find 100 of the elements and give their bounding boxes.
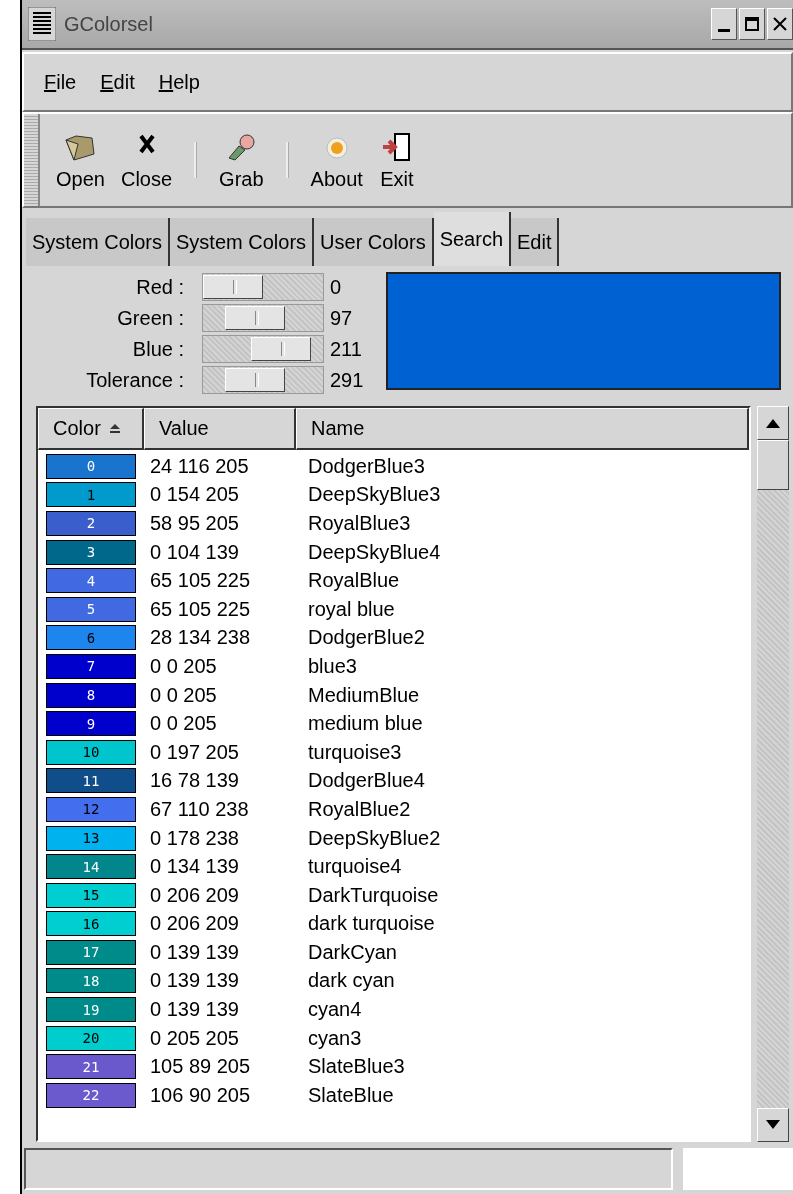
- table-cell-text: 0 139 139: [149, 969, 240, 993]
- table-cell-text: DeepSkyBlue2: [307, 826, 442, 850]
- menu-item[interactable]: File: [42, 66, 79, 98]
- color-swatch: 17: [46, 939, 136, 965]
- slider-thumb[interactable]: [225, 306, 286, 330]
- table-cell-text: RoyalBlue2: [307, 797, 412, 821]
- table-cell-text: 0 0 205: [149, 654, 218, 678]
- toolbar-button[interactable]: Grab: [213, 125, 270, 195]
- slider-value: 97: [329, 306, 354, 331]
- tab[interactable]: User Colors: [314, 218, 434, 266]
- color-swatch: 1: [46, 482, 136, 508]
- close-button[interactable]: [767, 8, 793, 40]
- table-cell-text: MediumBlue: [307, 683, 421, 707]
- color-swatch: 13: [46, 825, 136, 851]
- table-cell-text: 0 197 205: [149, 740, 240, 764]
- slider[interactable]: [202, 304, 324, 332]
- table-cell-text: SlateBlue: [307, 1083, 395, 1107]
- color-swatch: 5: [46, 596, 136, 622]
- table-cell-text: 0 0 205: [149, 712, 218, 736]
- menu-item[interactable]: Help: [156, 66, 202, 98]
- slider-thumb[interactable]: [225, 368, 286, 392]
- slider-thumb[interactable]: [251, 337, 312, 361]
- scroll-up-button[interactable]: [757, 406, 789, 440]
- color-swatch: 18: [46, 968, 136, 994]
- minimize-button[interactable]: [711, 8, 737, 40]
- scroll-thumb[interactable]: [757, 440, 789, 490]
- color-swatch: 0: [46, 453, 136, 479]
- column-header[interactable]: Name: [296, 408, 749, 450]
- toolbar-grip[interactable]: [24, 114, 40, 206]
- slider-value: 0: [329, 275, 343, 300]
- slider[interactable]: [202, 366, 324, 394]
- toolbar-button[interactable]: Open: [50, 125, 111, 195]
- slider-label: Red :: [135, 275, 185, 300]
- window-title: GColorsel: [64, 12, 154, 36]
- window-menu-icon[interactable]: [28, 7, 56, 41]
- table-cell-text: turquoise3: [307, 740, 403, 764]
- table-cell-text: 0 206 209: [149, 883, 240, 907]
- table-cell-text: 0 206 209: [149, 912, 240, 936]
- down-arrow-icon: [765, 1119, 781, 1131]
- menu-item[interactable]: Edit: [98, 66, 137, 98]
- table-cell-text: DarkTurquoise: [307, 883, 440, 907]
- table-cell-text: RoyalBlue3: [307, 512, 412, 535]
- slider[interactable]: [202, 273, 324, 301]
- table-cell-text: 65 105 225: [149, 597, 252, 621]
- color-swatch: 19: [46, 997, 136, 1023]
- table-cell-text: 0 205 205: [149, 1026, 240, 1050]
- tab[interactable]: Search: [433, 212, 511, 266]
- toolbar-button[interactable]: About: [304, 125, 369, 195]
- color-swatch: 10: [46, 739, 136, 765]
- tab[interactable]: Edit: [511, 218, 560, 266]
- slider-value: 291: [329, 368, 365, 393]
- color-swatch: 11: [46, 768, 136, 794]
- slider-thumb[interactable]: [203, 275, 263, 299]
- up-arrow-icon: [765, 417, 781, 429]
- tab[interactable]: System Colors: [170, 218, 315, 266]
- color-swatch: 16: [46, 911, 136, 937]
- color-swatch: 4: [46, 568, 136, 594]
- scrollbar[interactable]: [757, 406, 789, 1142]
- table-cell-text: 0 154 205: [149, 483, 240, 507]
- toolbar-button[interactable]: Exit: [372, 125, 421, 195]
- color-swatch: 12: [46, 796, 136, 822]
- color-swatch: 9: [46, 711, 136, 737]
- slider-label: Green :: [116, 306, 185, 331]
- color-swatch: 14: [46, 854, 136, 880]
- slider[interactable]: [202, 335, 324, 363]
- maximize-button[interactable]: [739, 8, 765, 40]
- column-header[interactable]: Color: [38, 408, 144, 450]
- table-cell-text: 106 90 205: [149, 1083, 252, 1107]
- table-cell-text: 16 78 139: [149, 769, 240, 793]
- minimize-icon: [718, 28, 730, 32]
- table-cell-text: SlateBlue3: [307, 1055, 406, 1079]
- maximize-icon: [744, 16, 760, 32]
- table-cell-text: 28 134 238: [149, 626, 252, 650]
- table-cell-text: 0 134 139: [149, 855, 240, 879]
- table-cell-text: dark cyan: [307, 969, 396, 993]
- color-swatch: 22: [46, 1082, 136, 1108]
- table-cell-text: 0 139 139: [149, 998, 240, 1022]
- table-cell-text: cyan4: [307, 998, 363, 1022]
- table-cell-text: blue3: [307, 654, 358, 678]
- table-cell-text: RoyalBlue: [307, 569, 401, 593]
- table-cell-text: 58 95 205: [149, 512, 240, 535]
- color-swatch: 3: [46, 539, 136, 565]
- table-cell-text: 0 104 139: [149, 540, 240, 564]
- table-cell-text: medium blue: [307, 712, 424, 736]
- color-swatch: 15: [46, 882, 136, 908]
- toolbar-button[interactable]: Close: [114, 125, 179, 195]
- table-cell-text: royal blue: [307, 597, 396, 621]
- table-cell-text: DodgerBlue2: [307, 626, 426, 650]
- table-cell-text: cyan3: [307, 1026, 363, 1050]
- column-header[interactable]: Value: [144, 408, 296, 450]
- table-cell-text: DeepSkyBlue4: [307, 540, 442, 564]
- color-swatch: 20: [46, 1025, 136, 1051]
- scroll-down-button[interactable]: [757, 1108, 789, 1142]
- table-cell-text: DodgerBlue3: [307, 454, 426, 478]
- table-cell-text: DarkCyan: [307, 940, 398, 964]
- color-swatch: 6: [46, 625, 136, 651]
- table-cell-text: 0 0 205: [149, 683, 218, 707]
- tab[interactable]: System Colors: [26, 218, 171, 266]
- color-swatch: 21: [46, 1054, 136, 1080]
- table-cell-text: DodgerBlue4: [307, 769, 426, 793]
